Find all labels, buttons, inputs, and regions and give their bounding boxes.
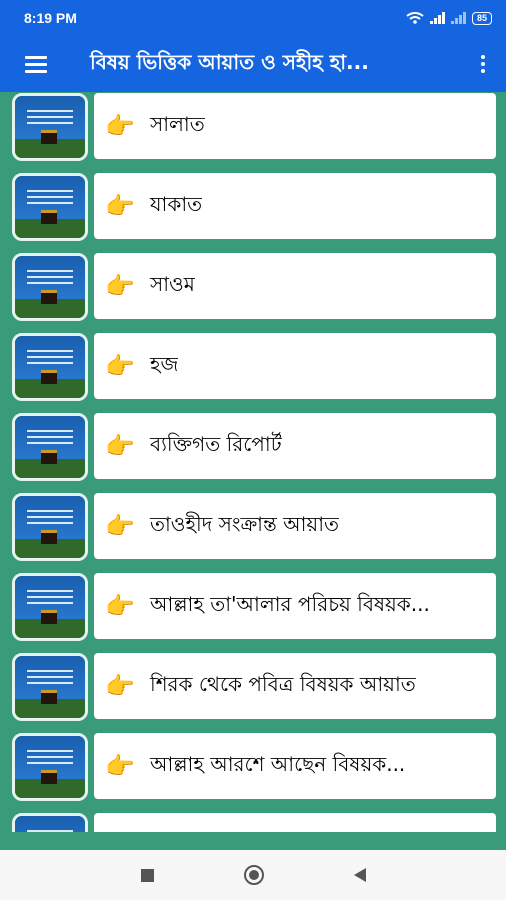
list-item[interactable]: 👉 হজ (0, 332, 506, 412)
status-icons: 85 (406, 11, 492, 25)
list-item[interactable]: 👉 আল্লাহ তা'আলার পরিচয় বিষয়ক... (0, 572, 506, 652)
signal-icon (429, 12, 445, 24)
status-time: 8:19 PM (24, 10, 77, 26)
topic-card[interactable]: 👉 (94, 813, 496, 832)
list-item[interactable]: 👉 ব্যক্তিগত রিপোর্ট (0, 412, 506, 492)
back-button[interactable] (353, 868, 366, 882)
topic-card[interactable]: 👉 আল্লাহ আরশে আছেন বিষয়ক... (94, 733, 496, 799)
book-cover-icon (12, 173, 88, 241)
book-cover-icon (12, 333, 88, 401)
book-cover-icon (12, 573, 88, 641)
book-cover-icon (12, 493, 88, 561)
home-button[interactable] (243, 865, 264, 885)
system-nav-bar (0, 850, 506, 900)
list-item[interactable]: 👉 (0, 812, 506, 832)
book-cover-icon (12, 253, 88, 321)
pointing-hand-icon: 👉 (105, 752, 135, 780)
overflow-menu-icon[interactable] (460, 36, 506, 92)
pointing-hand-icon: 👉 (105, 192, 135, 220)
book-cover-icon (12, 813, 88, 832)
pointing-hand-icon: 👉 (105, 672, 135, 700)
list-item[interactable]: 👉 শিরক থেকে পবিত্র বিষয়ক আয়াত (0, 652, 506, 732)
pointing-hand-icon: 👉 (105, 592, 135, 620)
topic-label: তাওহীদ সংক্রান্ত আয়াত (150, 511, 340, 536)
pointing-hand-icon: 👉 (105, 432, 135, 460)
hamburger-menu-icon[interactable] (0, 36, 72, 92)
pointing-hand-icon: 👉 (105, 512, 135, 540)
topic-card[interactable]: 👉 হজ (94, 333, 496, 399)
list-item[interactable]: 👉 যাকাত (0, 172, 506, 252)
topic-label: আল্লাহ তা'আলার পরিচয় বিষয়ক... (150, 591, 430, 616)
topic-label: যাকাত (150, 191, 203, 216)
recents-button[interactable] (140, 868, 154, 882)
topic-card[interactable]: 👉 ব্যক্তিগত রিপোর্ট (94, 413, 496, 479)
topic-list[interactable]: 👉 সালাত 👉 যাকাত 👉 সাওম 👉 হজ 👉 ব্যক্তিগত রিপোর্ট 👉 ত… (0, 92, 506, 832)
page-title: বিষয় ভিত্তিক আয়াত ও সহীহ হা... (90, 49, 369, 74)
topic-card[interactable]: 👉 সালাত (94, 93, 496, 159)
pointing-hand-icon: 👉 (105, 272, 135, 300)
pointing-hand-icon: 👉 (105, 112, 135, 140)
topic-card[interactable]: 👉 তাওহীদ সংক্রান্ত আয়াত (94, 493, 496, 559)
topic-label: সালাত (150, 111, 205, 136)
topic-label: ব্যক্তিগত রিপোর্ট (150, 431, 282, 456)
topic-card[interactable]: 👉 শিরক থেকে পবিত্র বিষয়ক আয়াত (94, 653, 496, 719)
status-bar: 8:19 PM 85 (0, 0, 506, 36)
topic-label: হজ (150, 351, 179, 376)
topic-label: সাওম (150, 271, 195, 296)
list-item[interactable]: 👉 আল্লাহ আরশে আছেন বিষয়ক... (0, 732, 506, 812)
list-item[interactable]: 👉 সালাত (0, 92, 506, 172)
topic-card[interactable]: 👉 যাকাত (94, 173, 496, 239)
list-item[interactable]: 👉 সাওম (0, 252, 506, 332)
book-cover-icon (12, 653, 88, 721)
topic-label: শিরক থেকে পবিত্র বিষয়ক আয়াত (150, 671, 416, 696)
topic-card[interactable]: 👉 আল্লাহ তা'আলার পরিচয় বিষয়ক... (94, 573, 496, 639)
book-cover-icon (12, 93, 88, 161)
book-cover-icon (12, 413, 88, 481)
topic-card[interactable]: 👉 সাওম (94, 253, 496, 319)
list-item[interactable]: 👉 তাওহীদ সংক্রান্ত আয়াত (0, 492, 506, 572)
pointing-hand-icon: 👉 (105, 352, 135, 380)
wifi-icon (406, 12, 424, 24)
app-bar: বিষয় ভিত্তিক আয়াত ও সহীহ হা... (0, 36, 506, 92)
signal-icon-2 (450, 12, 466, 24)
topic-label: আল্লাহ আরশে আছেন বিষয়ক... (150, 751, 406, 776)
battery-icon: 85 (471, 11, 492, 25)
book-cover-icon (12, 733, 88, 801)
